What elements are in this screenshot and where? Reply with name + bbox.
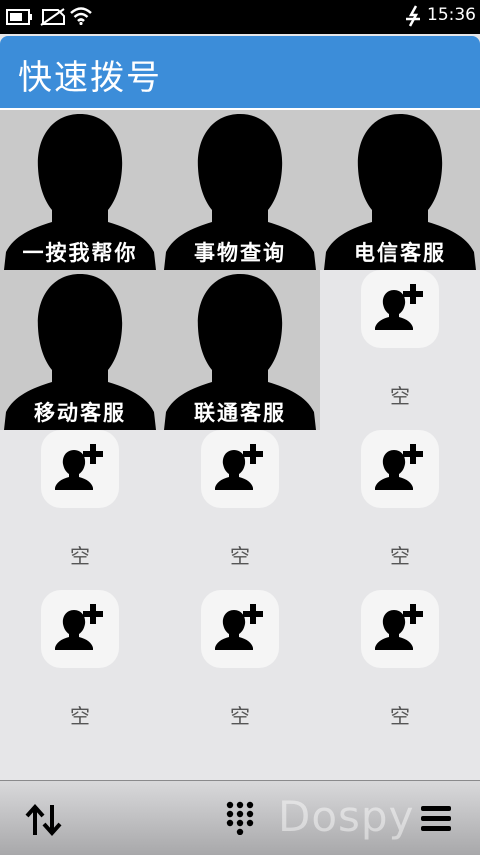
- battery-icon: [6, 9, 32, 25]
- status-bar: 15:36: [0, 0, 480, 34]
- no-sim-icon: [40, 8, 65, 26]
- usb-icon: [406, 5, 420, 27]
- empty-slot-label: 空: [390, 384, 410, 408]
- add-contact-button[interactable]: [361, 430, 439, 508]
- empty-slot-label: 空: [70, 544, 90, 568]
- empty-slot-label: 空: [230, 704, 250, 728]
- page-header: 快速拨号: [0, 36, 480, 110]
- contact-name: 移动客服: [34, 401, 126, 425]
- empty-slot-label: 空: [230, 544, 250, 568]
- speed-dial-empty-slot[interactable]: 空: [160, 590, 320, 750]
- contact-name: 联通客服: [194, 401, 286, 425]
- speed-dial-empty-slot[interactable]: 空: [0, 590, 160, 750]
- wifi-icon: [70, 7, 92, 25]
- menu-icon[interactable]: [420, 805, 452, 833]
- status-time: 15:36: [427, 5, 476, 25]
- speed-dial-empty-slot[interactable]: 空: [160, 430, 320, 590]
- speed-dial-empty-slot[interactable]: 空: [0, 430, 160, 590]
- speed-dial-contact-1[interactable]: 一按我帮你: [0, 110, 160, 270]
- watermark: Dospy: [278, 792, 415, 841]
- add-contact-icon: [215, 444, 263, 490]
- empty-slot-label: 空: [390, 544, 410, 568]
- add-contact-icon: [215, 604, 263, 650]
- contact-name: 一按我帮你: [22, 241, 138, 265]
- speed-dial-grid: 一按我帮你 事物查询 电信客服 移动客服 联通客服 空 空 空 空 空 空 空: [0, 110, 480, 750]
- add-contact-button[interactable]: [41, 430, 119, 508]
- page-title: 快速拨号: [18, 58, 162, 98]
- contact-name: 事物查询: [194, 241, 286, 265]
- dialpad-icon[interactable]: [226, 801, 254, 835]
- add-contact-icon: [375, 604, 423, 650]
- add-contact-button[interactable]: [41, 590, 119, 668]
- add-contact-icon: [55, 444, 103, 490]
- empty-slot-label: 空: [70, 704, 90, 728]
- speed-dial-empty-slot[interactable]: 空: [320, 270, 480, 430]
- add-contact-button[interactable]: [201, 590, 279, 668]
- sort-arrows-icon[interactable]: [24, 803, 64, 837]
- add-contact-icon: [55, 604, 103, 650]
- speed-dial-contact-3[interactable]: 电信客服: [320, 110, 480, 270]
- speed-dial-empty-slot[interactable]: 空: [320, 590, 480, 750]
- speed-dial-contact-4[interactable]: 移动客服: [0, 270, 160, 430]
- speed-dial-contact-5[interactable]: 联通客服: [160, 270, 320, 430]
- add-contact-button[interactable]: [361, 270, 439, 348]
- empty-slot-label: 空: [390, 704, 410, 728]
- contact-name: 电信客服: [354, 241, 446, 265]
- add-contact-button[interactable]: [201, 430, 279, 508]
- add-contact-icon: [375, 284, 423, 330]
- add-contact-button[interactable]: [361, 590, 439, 668]
- speed-dial-contact-2[interactable]: 事物查询: [160, 110, 320, 270]
- speed-dial-empty-slot[interactable]: 空: [320, 430, 480, 590]
- add-contact-icon: [375, 444, 423, 490]
